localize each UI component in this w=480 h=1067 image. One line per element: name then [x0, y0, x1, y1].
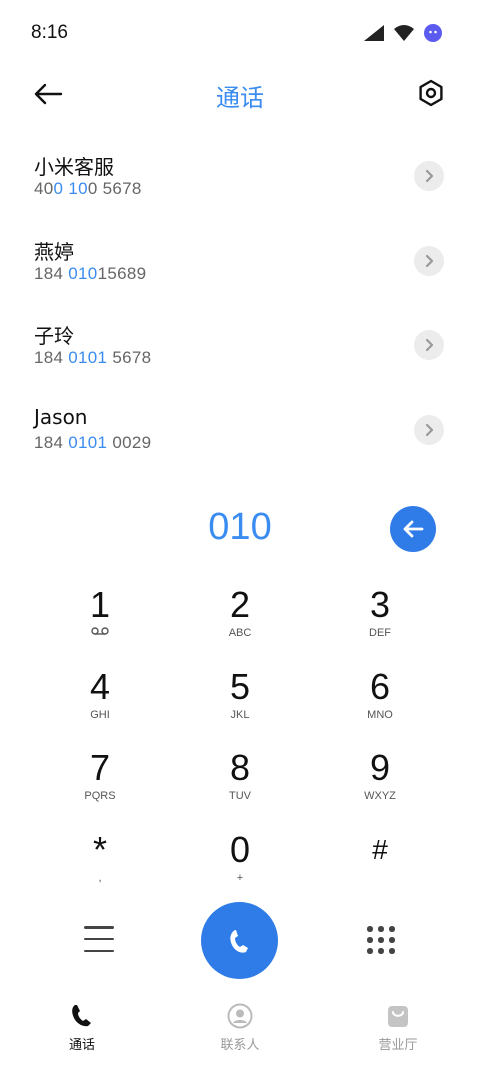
bottom-nav: 通话 联系人 营业厅 — [0, 1000, 480, 1067]
key-letters: DEF — [369, 627, 391, 639]
contact-detail-button[interactable] — [414, 161, 444, 191]
key-letters: + — [236, 871, 244, 884]
key-3[interactable]: 3 DEF — [310, 578, 450, 660]
key-digit: 3 — [369, 584, 391, 625]
header: 通话 — [0, 68, 480, 120]
contact-item[interactable]: 小米客服 400 100 5678 — [0, 135, 480, 220]
key-digit: 6 — [369, 665, 391, 707]
key-2[interactable]: 2 ABC — [170, 578, 310, 660]
contact-name: Jason — [34, 404, 88, 429]
key-digit: * — [92, 828, 107, 870]
key-letters: , — [98, 871, 102, 884]
contact-item[interactable]: 燕婷 184 01015689 — [0, 220, 480, 305]
key-letters: ABC — [228, 627, 252, 639]
voicemail-icon — [91, 626, 109, 640]
contact-number: 184 01015689 — [34, 263, 147, 283]
key-digit: 9 — [369, 747, 391, 788]
store-bag-icon — [384, 1002, 412, 1030]
backspace-button[interactable] — [390, 506, 436, 552]
call-button[interactable] — [201, 902, 278, 979]
key-digit: 7 — [89, 747, 111, 788]
contact-name: 小米客服 — [34, 155, 114, 179]
contact-name: 燕婷 — [34, 239, 74, 264]
nav-item-store[interactable]: 营业厅 — [348, 1002, 448, 1053]
contact-detail-button[interactable] — [414, 414, 444, 445]
contact-detail-button[interactable] — [414, 245, 444, 276]
key-5[interactable]: 5 JKL — [170, 660, 310, 742]
contact-suggestion-list: 小米客服 400 100 5678 燕婷 184 01015689 子玲 184… — [0, 135, 480, 473]
chevron-right-icon — [425, 169, 434, 183]
hexagon-settings-icon — [419, 79, 443, 107]
key-digit: 2 — [229, 584, 251, 625]
key-star[interactable]: * , — [30, 823, 170, 905]
contact-number: 184 0101 5678 — [34, 348, 152, 367]
key-letters: GHI — [90, 708, 110, 721]
key-6[interactable]: 6 MNO — [310, 660, 450, 742]
key-letters: JKL — [230, 708, 250, 721]
nav-label: 联系人 — [220, 1038, 260, 1053]
key-digit: 0 — [229, 828, 251, 870]
dial-action-row — [0, 900, 480, 980]
key-7[interactable]: 7 PQRS — [30, 741, 170, 823]
contact-detail-button[interactable] — [414, 330, 444, 360]
settings-button[interactable] — [414, 76, 448, 110]
key-letters: PQRS — [84, 790, 116, 802]
key-4[interactable]: 4 GHI — [30, 660, 170, 742]
key-digit: 8 — [229, 747, 251, 788]
assistant-icon — [424, 24, 442, 42]
page-title: 通话 — [216, 84, 264, 112]
phone-icon — [68, 1002, 96, 1030]
key-letters: WXYZ — [364, 790, 396, 802]
nav-label: 通话 — [68, 1038, 95, 1053]
key-9[interactable]: 9 WXYZ — [310, 741, 450, 823]
key-8[interactable]: 8 TUV — [170, 741, 310, 823]
nav-item-calls[interactable]: 通话 — [32, 1002, 132, 1053]
key-digit: 5 — [229, 665, 251, 707]
nav-item-contacts[interactable]: 联系人 — [190, 1002, 290, 1053]
keypad-grid-icon[interactable] — [367, 926, 395, 954]
key-digit: # — [372, 833, 388, 865]
key-0[interactable]: 0 + — [170, 823, 310, 905]
contact-item[interactable]: Jason 184 0101 0029 — [0, 389, 480, 474]
key-letters: TUV — [229, 790, 251, 802]
key-digit: 1 — [89, 584, 111, 625]
phone-handset-icon — [229, 929, 248, 953]
contact-number: 400 100 5678 — [34, 179, 142, 198]
wifi-icon — [394, 25, 414, 41]
status-time: 8:16 — [31, 22, 68, 43]
dial-display: 010 — [0, 500, 480, 560]
menu-icon[interactable] — [84, 926, 114, 952]
chevron-right-icon — [425, 423, 434, 436]
status-bar: 8:16 — [0, 0, 480, 68]
key-digit: 4 — [89, 665, 111, 707]
nav-label: 营业厅 — [378, 1038, 418, 1053]
contact-number: 184 0101 0029 — [34, 432, 152, 452]
key-letters: MNO — [367, 708, 393, 721]
chevron-right-icon — [425, 254, 434, 267]
status-icons — [364, 24, 442, 42]
dial-keypad: 1 2 ABC 3 DEF 4 GHI 5 JKL 6 MNO 7 PQRS 8… — [30, 578, 450, 904]
signal-icon — [364, 25, 384, 41]
key-hash[interactable]: # — [310, 823, 450, 905]
contact-name: 子玲 — [34, 324, 74, 348]
key-1[interactable]: 1 — [30, 578, 170, 660]
contact-item[interactable]: 子玲 184 0101 5678 — [0, 304, 480, 389]
chevron-right-icon — [425, 338, 434, 352]
backspace-arrow-icon — [403, 520, 424, 538]
contacts-icon — [226, 1002, 254, 1030]
